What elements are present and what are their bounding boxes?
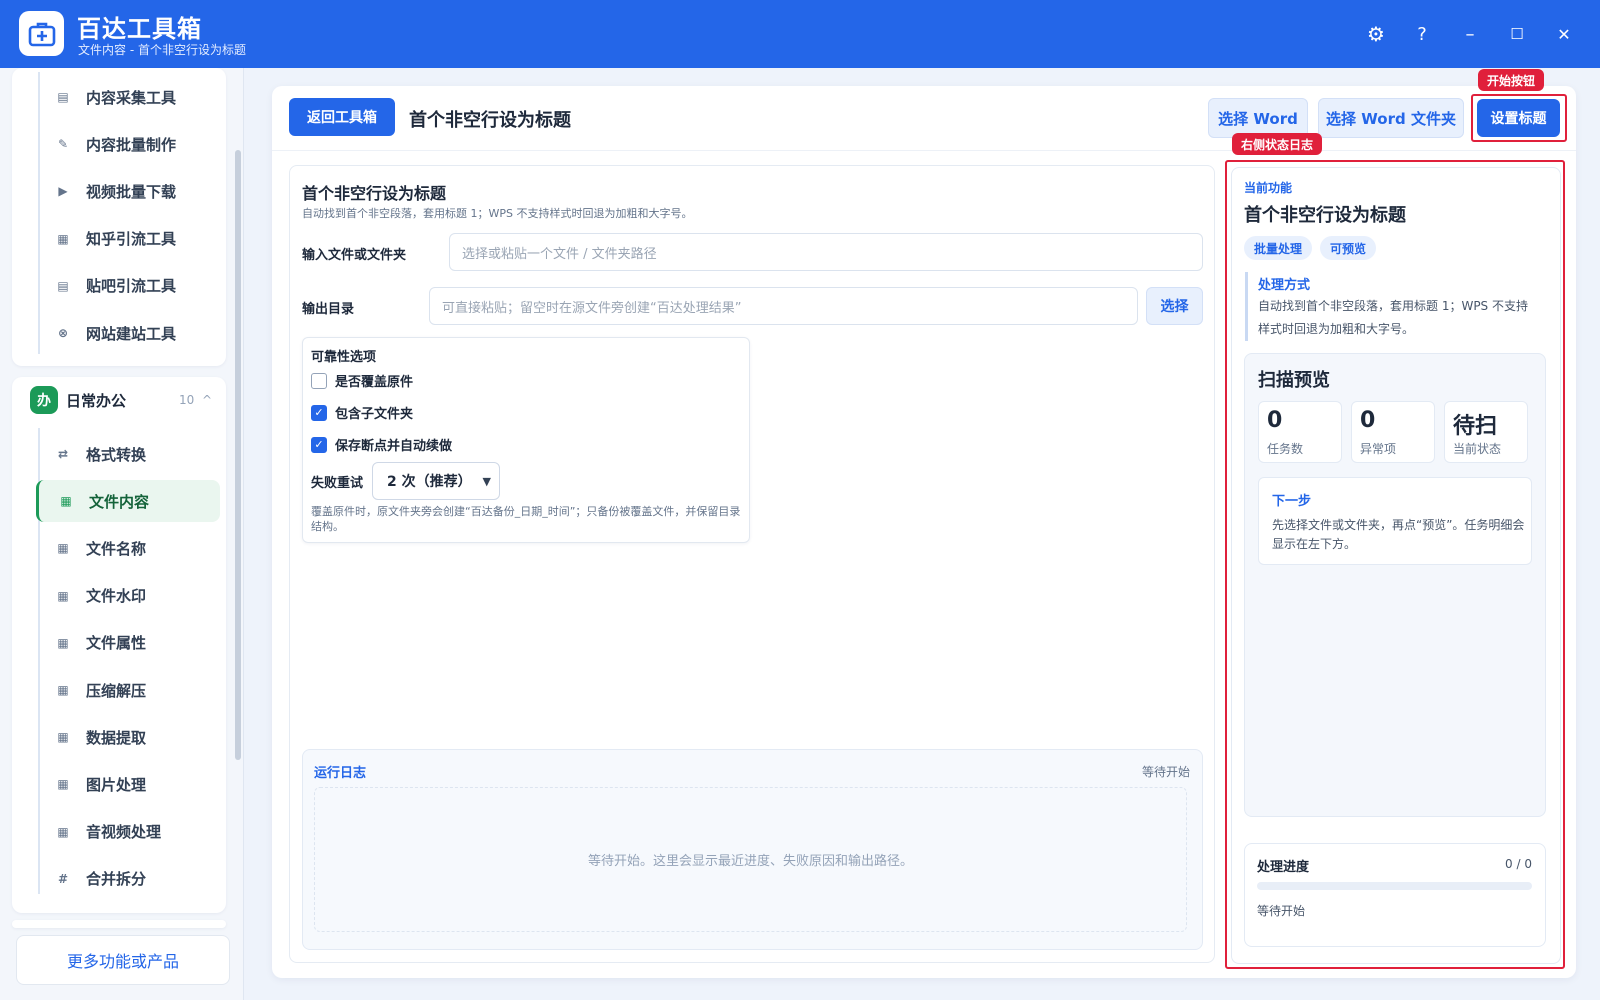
sidebar-item-label: 数据提取	[86, 728, 147, 747]
select-word-button[interactable]: 选择 Word	[1208, 98, 1308, 138]
status-log-highlight	[1225, 160, 1565, 969]
swap-icon: ⇄	[57, 447, 69, 461]
log-empty-text: 等待开始。这里会显示最近进度、失败原因和输出路径。	[314, 787, 1187, 932]
collect-icon: ▤	[57, 90, 69, 104]
sidebar-item[interactable]: ▦ 文件内容	[36, 480, 220, 523]
web-icon: ⊗	[57, 326, 69, 340]
chevron-up-icon: ^	[201, 393, 212, 407]
sidebar-item-label: 压缩解压	[86, 681, 147, 700]
sidebar-item[interactable]: ▦ 数据提取	[36, 716, 220, 758]
close-icon[interactable]: ✕	[1550, 20, 1578, 48]
sidebar-item-label: 视频批量下载	[86, 182, 177, 201]
grid-icon: ▦	[60, 494, 72, 509]
sidebar-item[interactable]: ▦ 图片处理	[36, 763, 220, 805]
log-status: 等待开始	[1141, 765, 1190, 779]
checkbox-checked-icon[interactable]: ✓	[311, 436, 327, 453]
sidebar-item[interactable]: ▦ 音视频处理	[36, 811, 220, 853]
option-label: 保存断点并自动续做	[335, 439, 453, 454]
maximize-icon[interactable]: ☐	[1503, 20, 1531, 48]
select-word-folder-button[interactable]: 选择 Word 文件夹	[1318, 98, 1464, 138]
form-title: 首个非空行设为标题	[302, 184, 447, 203]
sidebar-item-label: 格式转换	[86, 445, 147, 464]
sidebar-item[interactable]: ⇄ 格式转换	[36, 433, 220, 475]
sidebar-item[interactable]: ▦ 压缩解压	[36, 669, 220, 711]
settings-icon[interactable]: ⚙	[1362, 20, 1390, 48]
options-title: 可靠性选项	[311, 350, 377, 365]
retry-value: 2 次（推荐）	[387, 474, 472, 490]
help-icon[interactable]: ?	[1408, 20, 1436, 48]
app-subtitle: 文件内容 - 首个非空行设为标题	[78, 43, 246, 57]
output-select-button[interactable]: 选择	[1146, 287, 1203, 325]
sidebar-item-label: 文件名称	[86, 539, 147, 558]
form-description: 自动找到首个非空段落，套用标题 1；WPS 不支持样式时回退为加粗和大字号。	[302, 207, 693, 220]
grid-icon: ▦	[57, 777, 69, 792]
sidebar-item[interactable]: ▤ 内容采集工具	[36, 76, 220, 118]
hash-icon: #	[57, 871, 69, 886]
pen-icon: ✎	[57, 137, 69, 152]
sidebar-item[interactable]: ⊗ 网站建站工具	[36, 312, 220, 354]
sidebar-item-label: 文件内容	[89, 492, 150, 511]
output-label: 输出目录	[302, 302, 355, 317]
sidebar-item[interactable]: ▦ 知乎引流工具	[36, 218, 220, 260]
grid-icon: ▦	[57, 683, 69, 697]
sidebar-item[interactable]: ▤ 贴吧引流工具	[36, 265, 220, 307]
checkbox-icon[interactable]	[311, 372, 327, 389]
option-row[interactable]: ✓ 包含子文件夹	[311, 403, 413, 422]
header-divider	[272, 150, 1576, 151]
sidebar-item[interactable]: ▶ 视频批量下载	[36, 170, 220, 212]
option-row[interactable]: ✓ 保存断点并自动续做	[311, 435, 452, 454]
options-note: 覆盖原件时，原文件夹旁会创建“百达备份_日期_时间”；只备份被覆盖文件，并保留目…	[311, 505, 741, 533]
video-icon: ▶	[58, 184, 68, 199]
title-bar: 百达工具箱 文件内容 - 首个非空行设为标题 ⚙ ? – ☐ ✕	[0, 0, 1600, 68]
sidebar-item-label: 内容批量制作	[86, 135, 177, 154]
option-label: 是否覆盖原件	[335, 375, 414, 390]
checkbox-checked-icon[interactable]: ✓	[311, 404, 327, 421]
sidebar-item-label: 内容采集工具	[86, 88, 177, 107]
sidebar-item-label: 知乎引流工具	[86, 230, 177, 249]
start-button-tag: 开始按钮	[1478, 69, 1545, 91]
page-title: 首个非空行设为标题	[409, 110, 571, 131]
retry-select[interactable]: 2 次（推荐） ▼	[372, 462, 500, 500]
sidebar-scrollbar[interactable]	[235, 150, 241, 760]
sidebar-item-label: 音视频处理	[86, 823, 162, 842]
option-row[interactable]: 是否覆盖原件	[311, 371, 413, 390]
sidebar-item-label: 文件水印	[86, 587, 147, 606]
group-header-office[interactable]: 办 日常办公 10 ^	[30, 380, 220, 420]
sidebar-item-label: 文件属性	[86, 634, 147, 653]
input-label: 输入文件或文件夹	[302, 248, 407, 263]
status-log-tag: 右侧状态日志	[1232, 133, 1323, 155]
minimize-icon[interactable]: –	[1456, 20, 1484, 48]
sidebar-item[interactable]: ▦ 文件属性	[36, 622, 220, 664]
grid-icon: ▦	[57, 635, 69, 650]
tieba-icon: ▤	[57, 278, 69, 293]
grid-icon: ▦	[57, 541, 69, 556]
office-badge: 办	[30, 386, 58, 414]
sidebar-item-label: 网站建站工具	[86, 324, 177, 343]
back-button[interactable]: 返回工具箱	[289, 98, 395, 136]
grid-icon: ▦	[57, 824, 69, 839]
zhihu-icon: ▦	[57, 231, 69, 246]
sidebar-item-label: 贴吧引流工具	[86, 277, 177, 296]
sidebar-item-label: 图片处理	[86, 775, 147, 794]
log-title: 运行日志	[314, 766, 367, 781]
app-title: 百达工具箱	[77, 15, 202, 43]
toolbox-icon	[19, 11, 64, 56]
more-products-button[interactable]: 更多功能或产品	[16, 935, 230, 985]
output-dir-field[interactable]: 可直接粘贴；留空时在源文件旁创建“百达处理结果”	[429, 287, 1138, 325]
grid-icon: ▦	[57, 588, 69, 603]
sidebar-item[interactable]: ✎ 内容批量制作	[36, 123, 220, 165]
sidebar-item[interactable]: # 合并拆分	[36, 858, 220, 900]
input-path-field[interactable]: 选择或粘贴一个文件 / 文件夹路径	[449, 233, 1203, 271]
start-button-highlight	[1471, 94, 1567, 142]
group-name: 日常办公	[66, 391, 127, 410]
retry-label: 失败重试	[311, 476, 364, 491]
group-count: 10 ^	[179, 393, 212, 407]
sidebar-item-label: 合并拆分	[86, 870, 147, 889]
option-label: 包含子文件夹	[335, 407, 414, 422]
grid-icon: ▦	[57, 730, 69, 745]
chevron-down-icon: ▼	[482, 474, 491, 488]
sidebar-card-more	[12, 920, 226, 928]
sidebar-item[interactable]: ▦ 文件名称	[36, 527, 220, 569]
sidebar-item[interactable]: ▦ 文件水印	[36, 575, 220, 617]
